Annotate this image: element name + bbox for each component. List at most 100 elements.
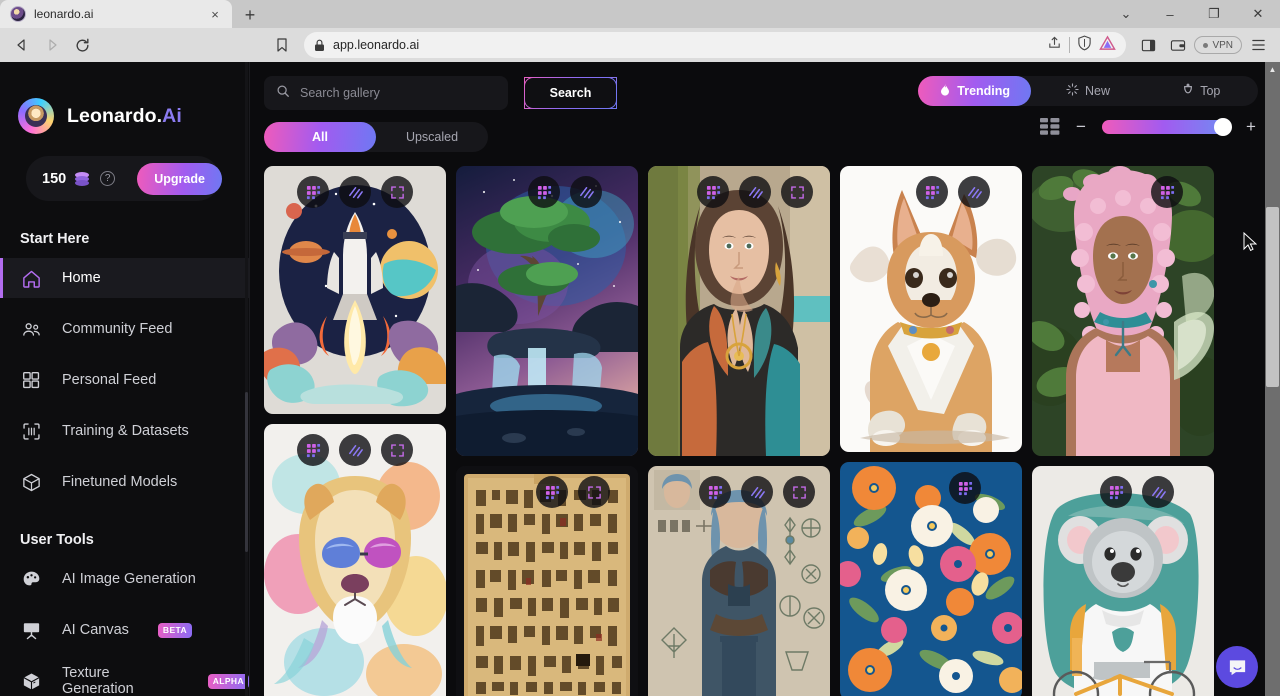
gallery-card-chihuahua-watercolor[interactable] [840, 166, 1022, 452]
zoom-slider[interactable] [1102, 117, 1232, 136]
gallery-card-cosmic-bonsai-waterfall[interactable] [456, 166, 638, 456]
reload-icon[interactable] [68, 31, 96, 59]
chevron-down-icon[interactable]: ⌄ [1104, 0, 1148, 28]
bookmark-icon[interactable] [268, 31, 296, 59]
variations-icon[interactable] [739, 176, 771, 208]
wallet-icon[interactable] [1164, 31, 1192, 59]
sort-tab-new[interactable]: New [1031, 76, 1144, 106]
remix-icon[interactable] [1100, 476, 1132, 508]
remix-icon[interactable] [949, 472, 981, 504]
sort-tab-trending[interactable]: Trending [918, 76, 1032, 106]
gallery-card-pink-hair-fairy-portrait[interactable] [1032, 166, 1214, 456]
gallery-card-egyptian-hieroglyph-papyrus[interactable] [456, 466, 638, 696]
leo-ai-icon[interactable] [1099, 34, 1117, 56]
vpn-badge[interactable]: VPN [1194, 36, 1242, 54]
sidebar-item-label: AI Canvas [62, 622, 129, 638]
remix-icon[interactable] [536, 476, 568, 508]
hamburger-menu-icon[interactable] [1244, 31, 1272, 59]
intercom-chat-icon[interactable] [1216, 646, 1258, 688]
card-actions [264, 176, 446, 208]
card-actions [664, 176, 830, 208]
variations-icon[interactable] [958, 176, 990, 208]
sparkle-icon [1066, 83, 1079, 99]
sidebar-item-label: Personal Feed [62, 372, 157, 388]
remix-icon[interactable] [297, 434, 329, 466]
back-icon[interactable] [8, 31, 36, 59]
sidebar-item-home[interactable]: Home [0, 258, 249, 298]
cube-icon [20, 471, 42, 493]
training-icon [20, 420, 42, 442]
gallery-column [1032, 166, 1214, 696]
sidebar-item-personal-feed[interactable]: Personal Feed [0, 360, 249, 400]
sidebar-scrollbar-track[interactable] [245, 62, 248, 696]
fullscreen-icon[interactable] [783, 476, 815, 508]
gallery-card-space-shuttle-launch[interactable] [264, 166, 446, 414]
remix-icon[interactable] [697, 176, 729, 208]
new-tab-button[interactable]: + [236, 2, 264, 28]
leonardo-logo-icon [18, 98, 54, 134]
scrollbar-thumb[interactable] [1266, 207, 1279, 387]
minimize-icon[interactable]: – [1148, 0, 1192, 28]
image-gallery [264, 166, 1264, 696]
search-button[interactable]: Search [524, 77, 617, 109]
filter-tab-all[interactable]: All [264, 122, 376, 152]
gallery-card-colorful-lion-sunglasses[interactable] [264, 424, 446, 696]
sidebar-item-training-datasets[interactable]: Training & Datasets [0, 411, 249, 451]
remix-icon[interactable] [528, 176, 560, 208]
fullscreen-icon[interactable] [781, 176, 813, 208]
sidebar: Leonardo.Ai 150 ? Upgrade Start Here Hom… [0, 62, 250, 696]
zoom-controls: − + [1040, 117, 1258, 136]
address-bar[interactable]: app.leonardo.ai [304, 32, 1127, 58]
gallery-card-blue-haired-warrior-sheet[interactable] [648, 466, 830, 696]
maximize-icon[interactable]: ❐ [1192, 0, 1236, 28]
remix-icon[interactable] [297, 176, 329, 208]
search-input[interactable]: Search gallery [264, 76, 508, 110]
remix-icon[interactable] [916, 176, 948, 208]
zoom-in-button[interactable]: + [1244, 118, 1258, 135]
browser-toolbar: app.leonardo.ai VPN [0, 28, 1280, 62]
window-controls: ⌄ – ❐ ✕ [1104, 0, 1280, 28]
sidebar-item-finetuned-models[interactable]: Finetuned Models [0, 462, 249, 502]
sidebar-item-ai-canvas[interactable]: AI Canvas BETA [0, 610, 249, 650]
sidebar-item-label: Finetuned Models [62, 474, 178, 490]
sidebar-scrollbar-thumb[interactable] [245, 392, 248, 552]
close-icon[interactable]: × [206, 5, 224, 23]
card-actions [874, 472, 1022, 504]
grid-density-icon[interactable] [1040, 118, 1060, 135]
sidebar-item-community-feed[interactable]: Community Feed [0, 309, 249, 349]
sidebar-item-texture-generation[interactable]: Texture Generation ALPHA [0, 661, 249, 696]
fullscreen-icon[interactable] [381, 434, 413, 466]
variations-icon[interactable] [339, 176, 371, 208]
share-icon[interactable] [1047, 35, 1062, 55]
fullscreen-icon[interactable] [381, 176, 413, 208]
window-close-icon[interactable]: ✕ [1236, 0, 1280, 28]
upgrade-button[interactable]: Upgrade [137, 162, 222, 195]
variations-icon[interactable] [339, 434, 371, 466]
zoom-slider-knob[interactable] [1214, 117, 1232, 136]
brand[interactable]: Leonardo.Ai [0, 62, 249, 134]
fullscreen-icon[interactable] [578, 476, 610, 508]
variations-icon[interactable] [1142, 476, 1174, 508]
remix-icon[interactable] [699, 476, 731, 508]
variations-icon[interactable] [570, 176, 602, 208]
gallery-card-floral-pattern-blue[interactable] [840, 462, 1022, 696]
zoom-out-button[interactable]: − [1074, 118, 1088, 135]
palette-icon [20, 568, 42, 590]
brave-shields-icon[interactable] [1077, 35, 1092, 56]
page-scrollbar[interactable]: ▲ [1265, 62, 1280, 696]
variations-icon[interactable] [741, 476, 773, 508]
grid-icon [20, 369, 42, 391]
scroll-up-arrow[interactable]: ▲ [1265, 62, 1280, 77]
sidebar-item-ai-image-generation[interactable]: AI Image Generation [0, 559, 249, 599]
gallery-card-koala-on-bicycle[interactable] [1032, 466, 1214, 696]
browser-tab[interactable]: leonardo.ai × [0, 0, 232, 28]
gallery-column [264, 166, 446, 696]
remix-icon[interactable] [1151, 176, 1183, 208]
card-image [456, 166, 638, 456]
sort-tab-top[interactable]: Top [1145, 76, 1258, 106]
help-icon[interactable]: ? [100, 171, 116, 186]
sidebar-toggle-icon[interactable] [1134, 31, 1162, 59]
filter-tab-upscaled[interactable]: Upscaled [376, 122, 488, 152]
gallery-card-woman-portrait-beach[interactable] [648, 166, 830, 456]
card-actions [666, 476, 830, 508]
